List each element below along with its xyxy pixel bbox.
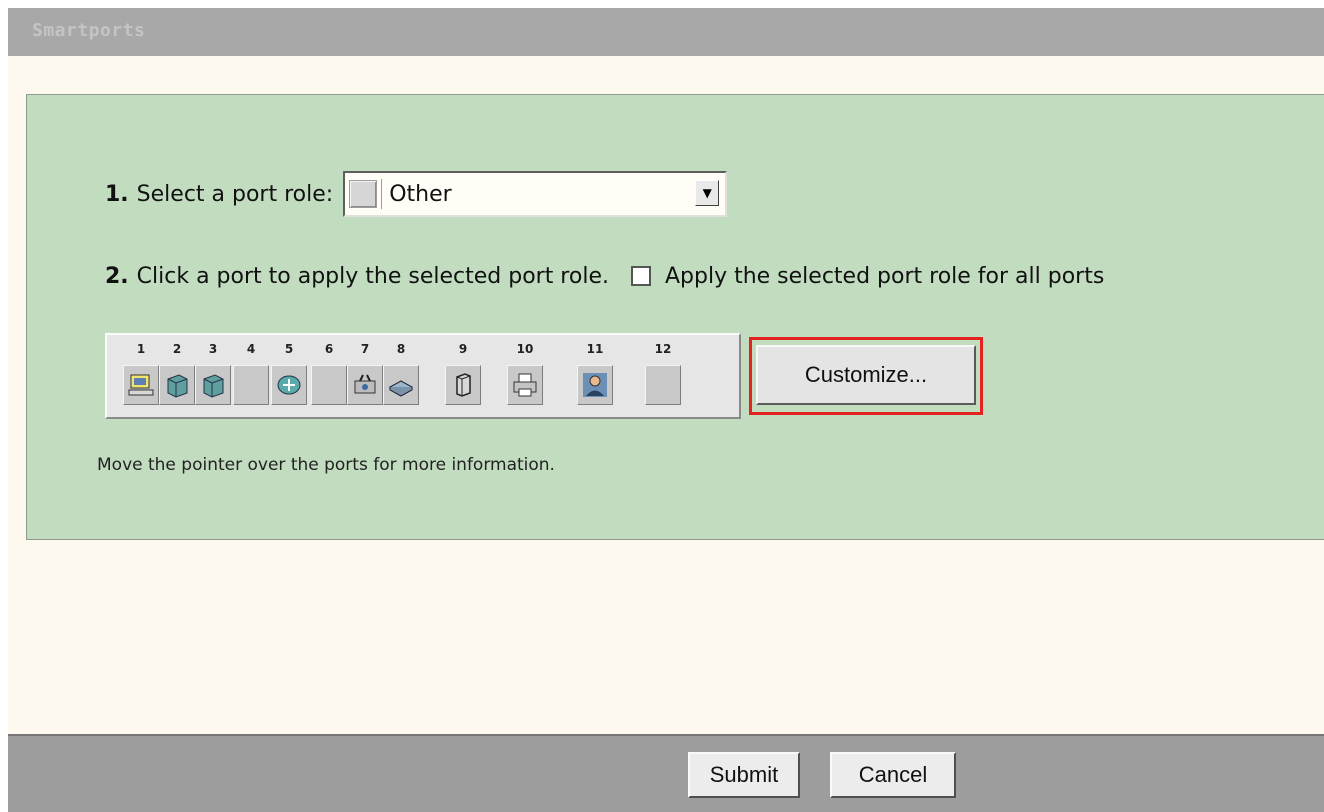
hub-icon xyxy=(387,371,415,399)
switch-icon xyxy=(199,371,227,399)
port-role-swatch-icon xyxy=(349,180,378,208)
dropdown-arrow-icon[interactable]: ▼ xyxy=(695,180,720,206)
port-number-7: 7 xyxy=(360,342,370,356)
port-11[interactable] xyxy=(577,365,613,405)
port-number-4: 4 xyxy=(246,342,256,356)
port-number-10: 10 xyxy=(516,342,534,356)
port-number-5: 5 xyxy=(284,342,294,356)
switch-icon xyxy=(163,371,191,399)
port-number-11: 11 xyxy=(586,342,604,356)
step2-row: 2. Click a port to apply the selected po… xyxy=(105,259,1104,293)
port-2[interactable] xyxy=(159,365,195,405)
port-7[interactable] xyxy=(347,365,383,405)
desktop-icon xyxy=(127,371,155,399)
port-role-select[interactable]: Other ▼ xyxy=(343,171,728,217)
printer-icon xyxy=(511,371,539,399)
port-8[interactable] xyxy=(383,365,419,405)
cancel-button[interactable]: Cancel xyxy=(830,752,956,798)
port-10[interactable] xyxy=(507,365,543,405)
port-3[interactable] xyxy=(195,365,231,405)
submit-button[interactable]: Submit xyxy=(688,752,800,798)
port-number-9: 9 xyxy=(458,342,468,356)
port-number-6: 6 xyxy=(324,342,334,356)
access-point-icon xyxy=(351,371,379,399)
port-4[interactable] xyxy=(233,365,269,405)
server-icon xyxy=(449,371,477,399)
port-number-2: 2 xyxy=(172,342,182,356)
port-number-3: 3 xyxy=(208,342,218,356)
port-5[interactable] xyxy=(271,365,307,405)
port-number-1: 1 xyxy=(136,342,146,356)
title-bar: Smartports xyxy=(8,8,1324,56)
port-6[interactable] xyxy=(311,365,347,405)
footer-bar: Submit Cancel xyxy=(8,734,1324,812)
step2-label: Click a port to apply the selected port … xyxy=(136,263,609,289)
port-role-panel: 1. Select a port role: Other ▼ 2. Click … xyxy=(26,94,1324,540)
step1-number: 1. xyxy=(105,181,129,207)
port-12[interactable] xyxy=(645,365,681,405)
step1-row: 1. Select a port role: Other ▼ xyxy=(105,171,728,217)
port-role-value: Other xyxy=(389,182,452,207)
select-separator xyxy=(381,179,383,209)
customize-highlight: Customize... xyxy=(749,337,983,415)
apply-all-label[interactable]: Apply the selected port role for all por… xyxy=(665,264,1104,289)
user-icon xyxy=(581,371,609,399)
apply-all-checkbox[interactable] xyxy=(630,266,651,286)
step1-label: Select a port role: xyxy=(136,181,334,207)
hint-text: Move the pointer over the ports for more… xyxy=(97,455,555,475)
smartports-window: Smartports 1. Select a port role: Other … xyxy=(8,8,1324,812)
port-number-12: 12 xyxy=(654,342,672,356)
step2-number: 2. xyxy=(105,263,129,289)
port-number-8: 8 xyxy=(396,342,406,356)
port-9[interactable] xyxy=(445,365,481,405)
router-icon xyxy=(275,371,303,399)
port-panel: 1 2 3 4 5 6 7 8 9 10 11 12 xyxy=(105,333,741,419)
customize-button[interactable]: Customize... xyxy=(756,345,976,405)
port-1[interactable] xyxy=(123,365,159,405)
window-title: Smartports xyxy=(32,20,146,41)
